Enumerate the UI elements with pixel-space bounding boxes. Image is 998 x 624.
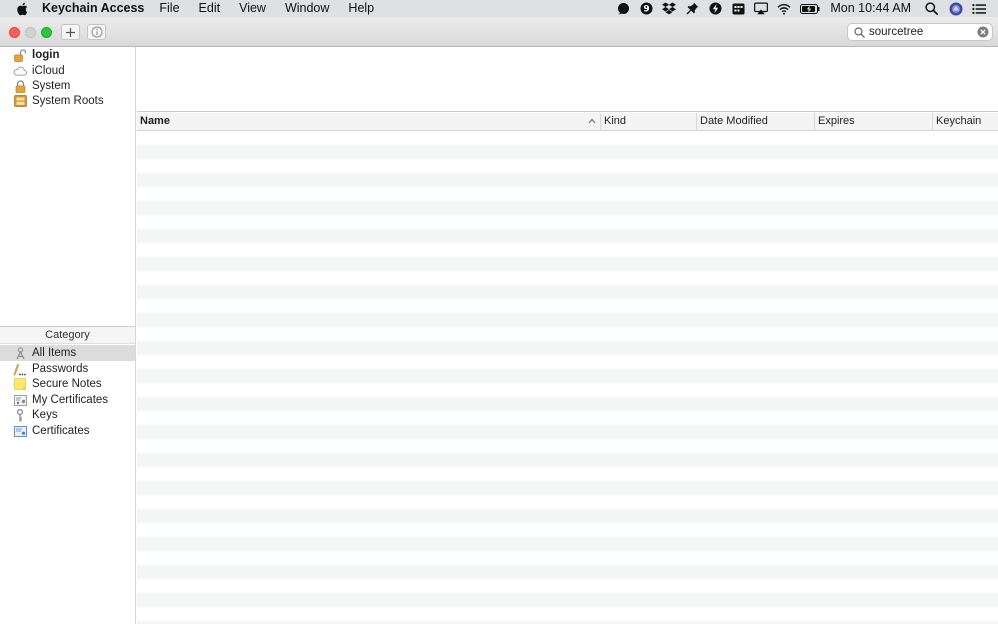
item-preview-pane [137, 47, 998, 112]
plus-icon [66, 27, 75, 37]
padlock-icon [13, 79, 27, 93]
menu-edit[interactable]: Edit [199, 0, 221, 17]
menu-window[interactable]: Window [285, 0, 329, 17]
category-item-passwords[interactable]: Passwords [0, 361, 135, 377]
airplay-icon[interactable] [754, 2, 769, 16]
category-item-certificates[interactable]: Certificates [0, 423, 135, 439]
column-header-kind[interactable]: Kind [601, 113, 697, 131]
category-item-label: My Certificates [32, 394, 109, 406]
keychain-item-system-roots[interactable]: System Roots [0, 93, 135, 109]
keychain-item-label: iCloud [32, 65, 65, 77]
window-minimize-button[interactable] [25, 27, 36, 38]
bolt-icon[interactable] [708, 2, 722, 16]
menu-bar-status-area: 9 Mon 10:44 AM [607, 0, 998, 17]
search-field[interactable]: sourcetree [847, 23, 993, 41]
search-input[interactable]: sourcetree [869, 24, 976, 40]
menu-view[interactable]: View [239, 0, 266, 17]
unlocked-padlock-icon [13, 48, 27, 62]
window-zoom-button[interactable] [41, 27, 52, 38]
calendar-icon[interactable] [731, 2, 745, 16]
category-item-secure-notes[interactable]: Secure Notes [0, 376, 135, 392]
keychain-item-icloud[interactable]: iCloud [0, 63, 135, 79]
my-certificate-icon [13, 393, 27, 407]
column-header-keychain[interactable]: Keychain [933, 113, 998, 131]
keychain-item-login[interactable]: login [0, 47, 135, 63]
window-close-button[interactable] [9, 27, 20, 38]
dropbox-icon[interactable] [662, 2, 677, 16]
column-header-expires[interactable]: Expires [815, 113, 933, 131]
keychain-item-system[interactable]: System [0, 78, 135, 94]
keychain-item-label: System Roots [32, 95, 104, 107]
category-item-label: Certificates [32, 425, 90, 437]
sort-ascending-icon [588, 117, 596, 125]
battery-icon[interactable] [800, 2, 820, 16]
wifi-icon[interactable] [777, 2, 791, 16]
category-item-label: Passwords [32, 363, 89, 375]
apple-menu-icon[interactable] [14, 1, 30, 17]
password-icon [13, 362, 27, 376]
items-table-body[interactable] [137, 131, 998, 624]
note-icon [13, 377, 27, 391]
sidebar: login iCloud System System Roots Categor… [0, 47, 136, 624]
menu-bar: Keychain Access File Edit View Window He… [0, 0, 998, 17]
pin-icon[interactable] [685, 2, 699, 16]
certificate-icon [13, 424, 27, 438]
notification-center-icon[interactable] [972, 2, 986, 16]
column-header-date-modified[interactable]: Date Modified [697, 113, 815, 131]
info-icon [91, 26, 102, 38]
clear-search-icon[interactable] [976, 26, 989, 39]
column-header-name[interactable]: Name [137, 113, 601, 131]
menu-help[interactable]: Help [348, 0, 374, 17]
all-items-icon [13, 346, 27, 360]
category-header: Category [0, 326, 135, 344]
key-icon [13, 408, 27, 422]
search-icon [852, 25, 866, 39]
column-header-label: Name [140, 115, 170, 127]
keychain-item-label: login [32, 49, 60, 61]
menu-app-name[interactable]: Keychain Access [42, 0, 144, 17]
window-toolbar: sourcetree [0, 17, 998, 47]
table-header: Name Kind Date Modified Expires Keychain [137, 113, 998, 131]
category-item-label: Keys [32, 409, 58, 421]
spotlight-search-icon[interactable] [924, 2, 938, 16]
add-item-button[interactable] [61, 24, 80, 40]
category-item-label: All Items [32, 347, 77, 359]
pill-icon[interactable] [616, 2, 630, 16]
badge-number: 9 [643, 5, 649, 15]
category-item-label: Secure Notes [32, 378, 102, 390]
cabinet-icon [13, 94, 27, 108]
category-item-my-certificates[interactable]: My Certificates [0, 392, 135, 408]
cloud-icon [13, 64, 27, 78]
category-item-all-items[interactable]: All Items [0, 345, 135, 361]
menu-file[interactable]: File [159, 0, 179, 17]
menu-bar-clock[interactable]: Mon 10:44 AM [830, 0, 911, 17]
badge-nine-icon[interactable]: 9 [639, 2, 653, 16]
keychain-item-label: System [32, 80, 71, 92]
user-avatar-icon[interactable] [949, 2, 963, 16]
get-info-button[interactable] [87, 24, 106, 40]
category-item-keys[interactable]: Keys [0, 407, 135, 423]
